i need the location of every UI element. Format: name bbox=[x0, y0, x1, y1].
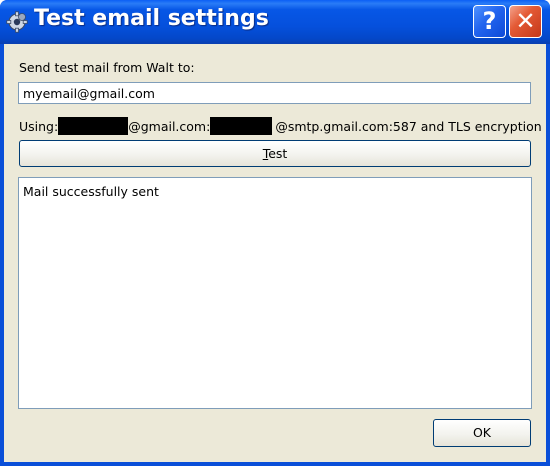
redacted-username bbox=[58, 117, 129, 135]
result-log[interactable]: Mail successfully sent bbox=[18, 177, 532, 409]
close-icon: ✕ bbox=[515, 7, 536, 35]
dialog-window: Test email settings ? ✕ Send test mail f… bbox=[0, 0, 550, 466]
dialog-content: Send test mail from Walt to: Using: @gma… bbox=[4, 44, 546, 462]
send-to-label: Send test mail from Walt to: bbox=[19, 60, 195, 75]
redacted-password bbox=[210, 117, 273, 135]
log-text: Mail successfully sent bbox=[23, 184, 159, 199]
help-icon: ? bbox=[482, 7, 497, 35]
test-label-rest: est bbox=[268, 146, 288, 161]
using-suffix: @smtp.gmail.com:587 and TLS encryption bbox=[275, 118, 542, 134]
help-button[interactable]: ? bbox=[473, 5, 506, 38]
gear-icon bbox=[6, 11, 28, 33]
smtp-info: Using: @gmail.com: @smtp.gmail.com:587 a… bbox=[19, 116, 542, 136]
test-button[interactable]: Test bbox=[19, 140, 531, 167]
ok-button[interactable]: OK bbox=[433, 419, 531, 447]
title-bar[interactable]: Test email settings ? ✕ bbox=[0, 0, 550, 44]
window-title: Test email settings bbox=[34, 6, 269, 31]
email-field[interactable] bbox=[18, 82, 531, 104]
close-button[interactable]: ✕ bbox=[509, 5, 542, 38]
using-prefix: Using: bbox=[19, 118, 59, 134]
using-mid: @gmail.com: bbox=[128, 118, 211, 134]
